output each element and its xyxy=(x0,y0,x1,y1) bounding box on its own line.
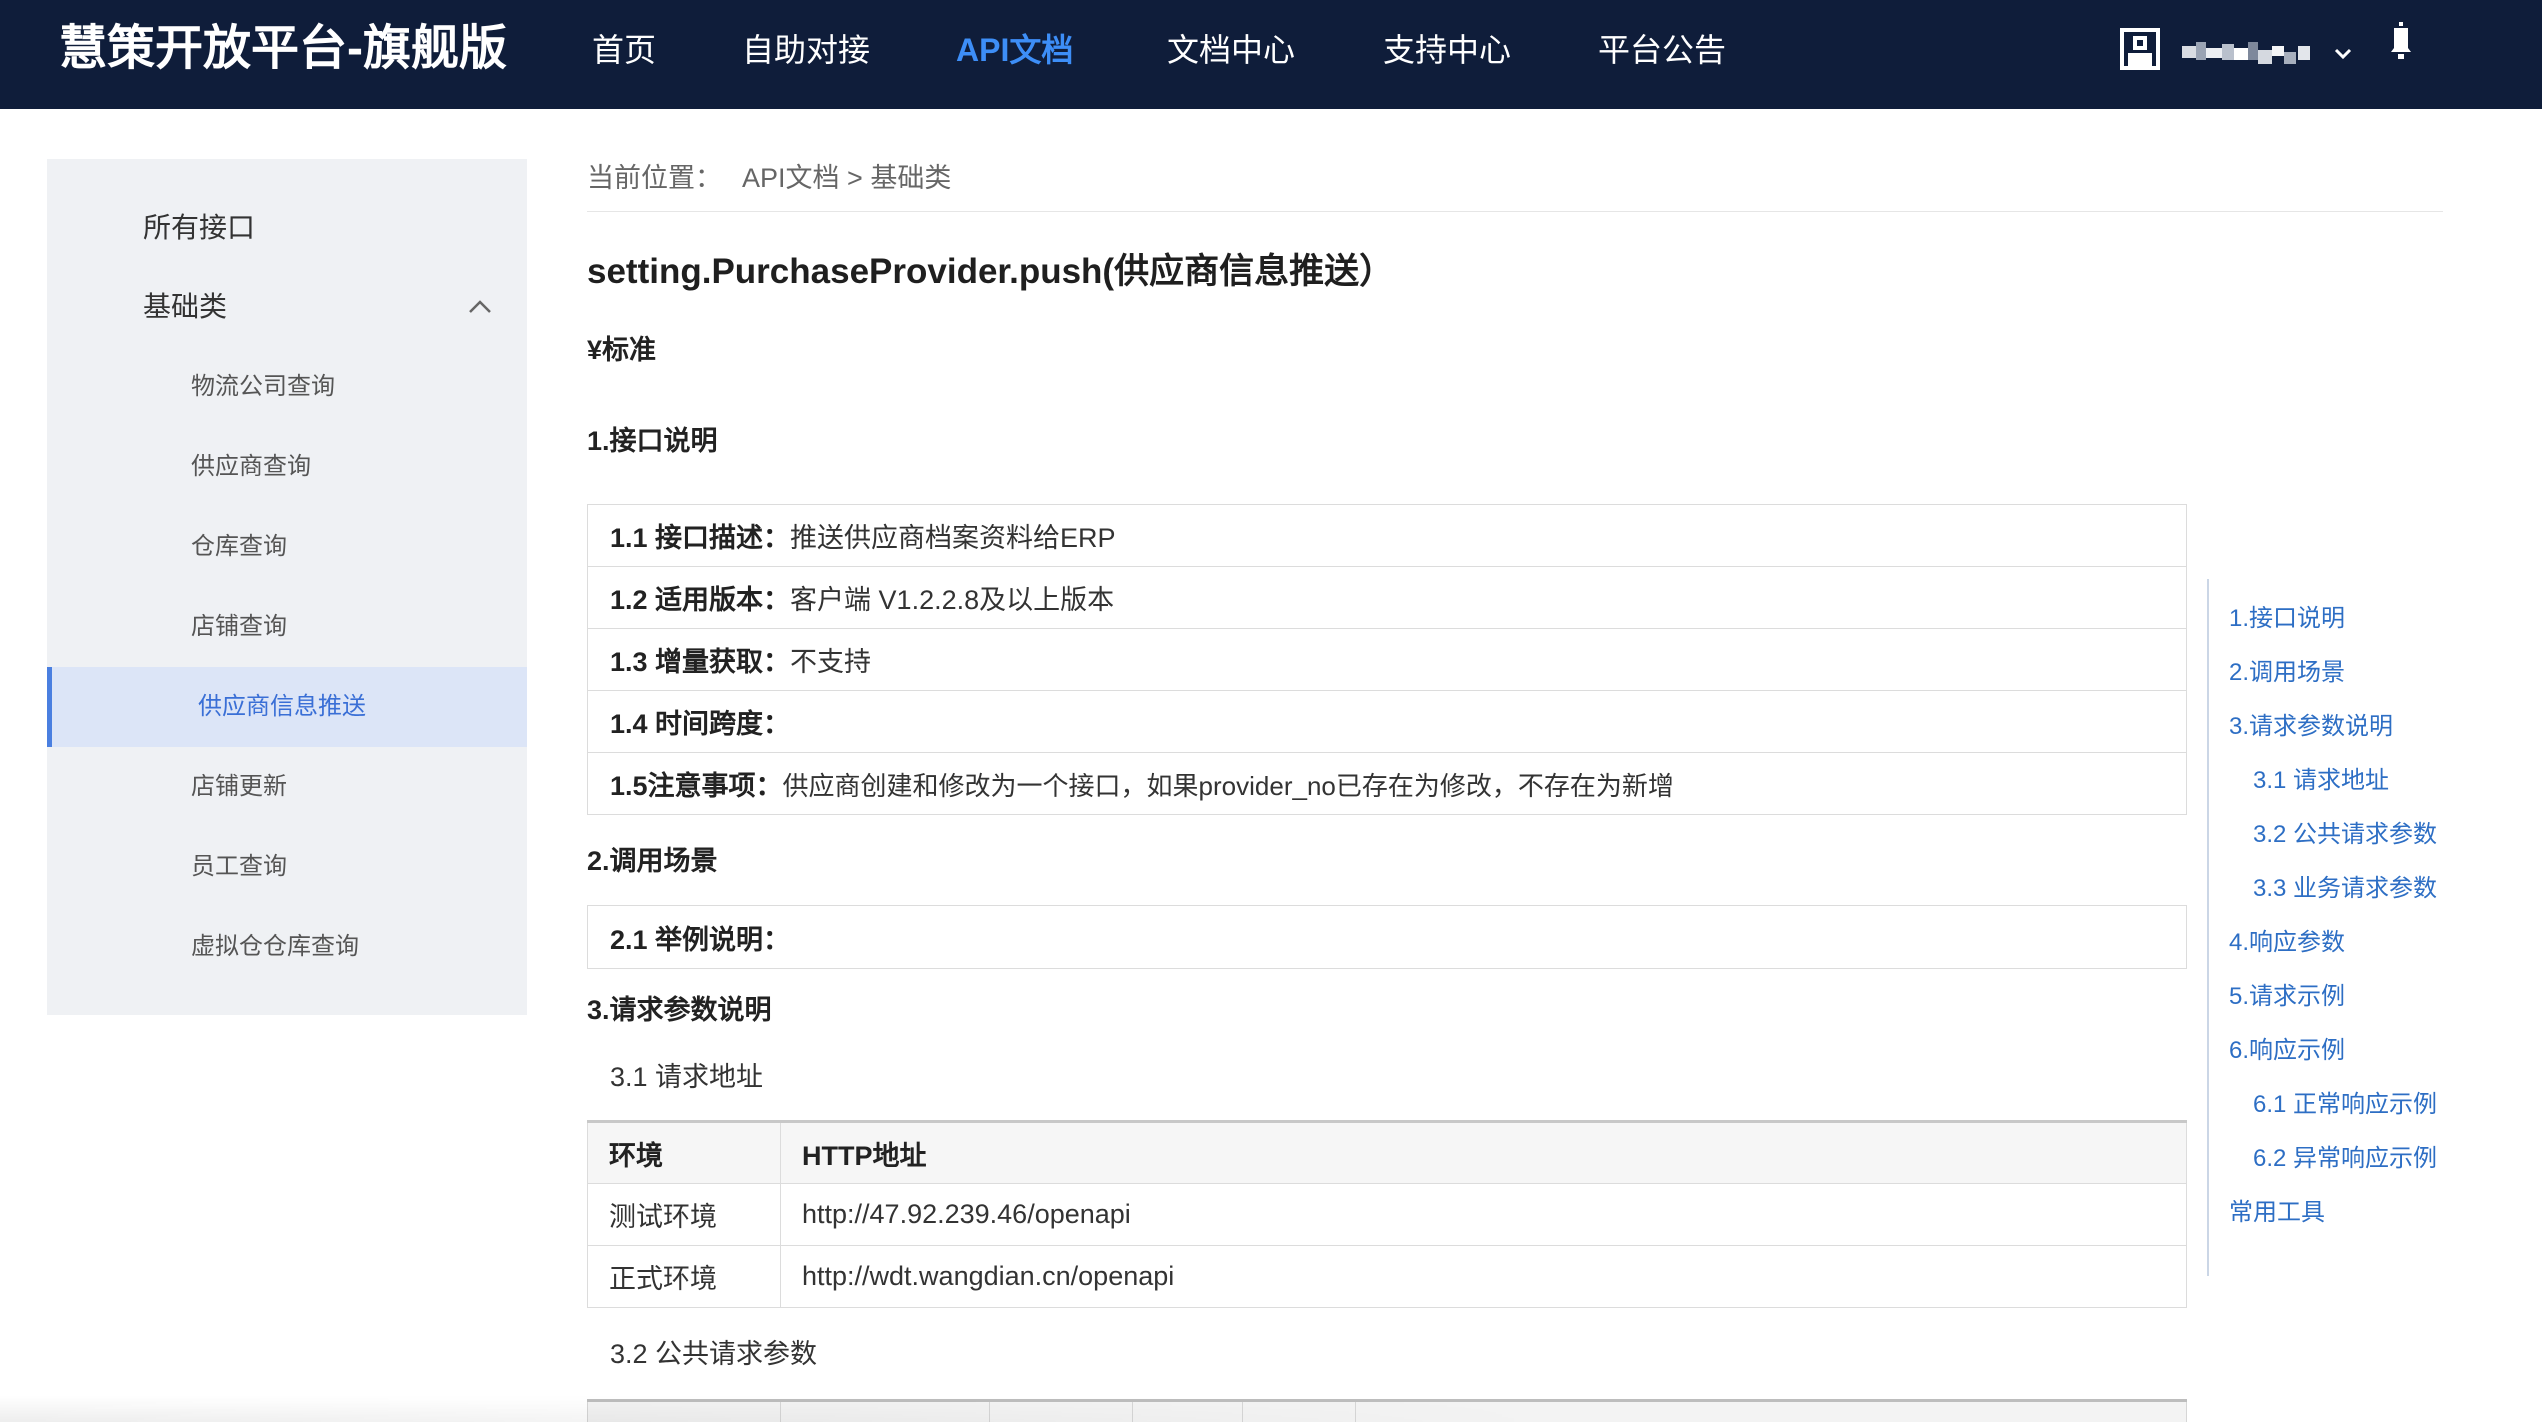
env-cell: 正式环境 xyxy=(587,1245,781,1308)
section-heading-interface-spec: 1.接口说明 xyxy=(587,426,718,456)
sidebar-item-supplier-query[interactable]: 供应商查询 xyxy=(47,427,527,507)
sidebar-item-shop-query[interactable]: 店铺查询 xyxy=(47,587,527,667)
toc-link-interface-spec[interactable]: 1.接口说明 xyxy=(2229,602,2529,656)
sidebar-item-virtual-warehouse-query[interactable]: 虚拟仓仓库查询 xyxy=(47,907,527,987)
spec-label: 1.2 适用版本： xyxy=(610,585,791,615)
sidebar-item-warehouse-query[interactable]: 仓库查询 xyxy=(47,507,527,587)
chevron-down-icon[interactable] xyxy=(2334,47,2352,60)
breadcrumb-current: 基础类 xyxy=(870,163,952,193)
subsection-heading-public-params: 3.2 公共请求参数 xyxy=(610,1339,818,1369)
sidebar-item-shop-update[interactable]: 店铺更新 xyxy=(47,747,527,827)
spec-value: 供应商创建和修改为一个接口，如果provider_no已存在为修改，不存在为新增 xyxy=(782,771,1674,801)
scenario-table: 2.1 举例说明： xyxy=(587,905,2187,969)
column-header xyxy=(1242,1400,1356,1422)
table-cell: 1.1 接口描述：推送供应商档案资料给ERP xyxy=(587,504,2187,567)
sidebar-all-interfaces[interactable]: 所有接口 xyxy=(143,209,255,249)
nav-doc-center[interactable]: 文档中心 xyxy=(1167,30,1295,70)
sidebar-item-employee-query[interactable]: 员工查询 xyxy=(47,827,527,907)
column-header xyxy=(780,1400,990,1422)
table-header-row xyxy=(587,1400,2187,1422)
table-cell: 1.5注意事项：供应商创建和修改为一个接口，如果provider_no已存在为修… xyxy=(587,752,2187,815)
spec-value: 推送供应商档案资料给ERP xyxy=(790,523,1116,553)
nav-api-docs[interactable]: API文档 xyxy=(956,30,1073,70)
interface-spec-table: 1.1 接口描述：推送供应商档案资料给ERP 1.2 适用版本：客户端 V1.2… xyxy=(587,504,2187,815)
toc-link-response-params[interactable]: 4.响应参数 xyxy=(2229,926,2529,980)
column-header xyxy=(989,1400,1133,1422)
nav-announcements[interactable]: 平台公告 xyxy=(1598,30,1726,70)
sidebar-item-supplier-push[interactable]: 供应商信息推送 xyxy=(47,667,527,747)
edition-label: ¥标准 xyxy=(587,335,657,365)
toc-rail xyxy=(2207,579,2209,1276)
bell-icon[interactable] xyxy=(2390,22,2412,62)
table-row: 1.1 接口描述：推送供应商档案资料给ERP xyxy=(587,504,2187,567)
nav-home[interactable]: 首页 xyxy=(592,30,656,70)
table-cell: 1.2 适用版本：客户端 V1.2.2.8及以上版本 xyxy=(587,566,2187,629)
toc-link-public-params[interactable]: 3.2 公共请求参数 xyxy=(2229,818,2529,872)
nav-support-center[interactable]: 支持中心 xyxy=(1383,30,1511,70)
spec-value: 不支持 xyxy=(790,647,872,677)
sidebar-group-basic[interactable]: 基础类 xyxy=(47,285,527,331)
table-header-row: 环境 HTTP地址 xyxy=(587,1121,2187,1184)
public-params-table-header xyxy=(587,1399,2187,1422)
sidebar-item-logistics-query[interactable]: 物流公司查询 xyxy=(47,347,527,427)
spec-label: 1.4 时间跨度： xyxy=(610,709,791,739)
toc-link-business-params[interactable]: 3.3 业务请求参数 xyxy=(2229,872,2529,926)
spec-label: 1.1 接口描述： xyxy=(610,523,791,553)
table-cell: 1.3 增量获取：不支持 xyxy=(587,628,2187,691)
table-row: 2.1 举例说明： xyxy=(587,905,2187,969)
column-header: 环境 xyxy=(587,1121,781,1184)
page-title: setting.PurchaseProvider.push(供应商信息推送） xyxy=(587,252,1395,291)
table-cell: 1.4 时间跨度： xyxy=(587,690,2187,753)
toc-link-normal-response[interactable]: 6.1 正常响应示例 xyxy=(2229,1088,2529,1142)
column-header: HTTP地址 xyxy=(780,1121,2187,1184)
section-heading-request-params: 3.请求参数说明 xyxy=(587,995,772,1025)
column-header xyxy=(587,1400,781,1422)
username-obscured[interactable] xyxy=(2182,40,2330,64)
toc-link-scenario[interactable]: 2.调用场景 xyxy=(2229,656,2529,710)
column-header xyxy=(1355,1400,2187,1422)
sidebar-group-label: 基础类 xyxy=(143,292,228,323)
table-row: 1.4 时间跨度： xyxy=(587,690,2187,753)
url-cell: http://wdt.wangdian.cn/openapi xyxy=(780,1245,2187,1308)
toc-link-response-example[interactable]: 6.响应示例 xyxy=(2229,1034,2529,1088)
toc-link-common-tools[interactable]: 常用工具 xyxy=(2229,1196,2529,1250)
section-heading-scenario: 2.调用场景 xyxy=(587,846,718,876)
column-header xyxy=(1132,1400,1243,1422)
table-row: 正式环境 http://wdt.wangdian.cn/openapi xyxy=(587,1245,2187,1308)
table-row: 1.3 增量获取：不支持 xyxy=(587,628,2187,691)
table-row: 1.2 适用版本：客户端 V1.2.2.8及以上版本 xyxy=(587,566,2187,629)
toc-link-request-address[interactable]: 3.1 请求地址 xyxy=(2229,764,2529,818)
sidebar: 所有接口 基础类 物流公司查询 供应商查询 仓库查询 店铺查询 供应商信息推送 … xyxy=(47,159,527,1015)
sidebar-item-list: 物流公司查询 供应商查询 仓库查询 店铺查询 供应商信息推送 店铺更新 员工查询… xyxy=(47,347,527,987)
table-of-contents: 1.接口说明 2.调用场景 3.请求参数说明 3.1 请求地址 3.2 公共请求… xyxy=(2229,602,2529,1250)
request-address-table: 环境 HTTP地址 测试环境 http://47.92.239.46/opena… xyxy=(587,1120,2187,1308)
spec-label: 2.1 举例说明： xyxy=(610,924,791,955)
brand-title[interactable]: 慧策开放平台-旗舰版 xyxy=(59,21,507,77)
table-cell: 2.1 举例说明： xyxy=(587,905,2187,969)
toc-link-request-params[interactable]: 3.请求参数说明 xyxy=(2229,710,2529,764)
breadcrumb-api-docs[interactable]: API文档 xyxy=(742,163,840,193)
breadcrumb-prefix: 当前位置： xyxy=(587,163,722,193)
env-cell: 测试环境 xyxy=(587,1183,781,1246)
nav-self-integration[interactable]: 自助对接 xyxy=(742,30,870,70)
breadcrumb-separator: > xyxy=(847,163,863,193)
spec-label: 1.3 增量获取： xyxy=(610,647,791,677)
toc-link-request-example[interactable]: 5.请求示例 xyxy=(2229,980,2529,1034)
breadcrumb-divider xyxy=(587,211,2443,212)
url-cell: http://47.92.239.46/openapi xyxy=(780,1183,2187,1246)
table-row: 1.5注意事项：供应商创建和修改为一个接口，如果provider_no已存在为修… xyxy=(587,752,2187,815)
breadcrumb: 当前位置： API文档 > 基础类 xyxy=(587,160,951,196)
chevron-up-icon[interactable] xyxy=(468,300,492,314)
avatar-icon[interactable] xyxy=(2120,28,2160,70)
spec-value: 客户端 V1.2.2.8及以上版本 xyxy=(790,585,1115,615)
toc-link-error-response[interactable]: 6.2 异常响应示例 xyxy=(2229,1142,2529,1196)
top-header: 慧策开放平台-旗舰版 首页 自助对接 API文档 文档中心 支持中心 平台公告 xyxy=(0,0,2542,109)
public-params-table xyxy=(587,1399,2187,1422)
spec-label: 1.5注意事项： xyxy=(610,771,783,801)
table-row: 测试环境 http://47.92.239.46/openapi xyxy=(587,1183,2187,1246)
subsection-heading-request-address: 3.1 请求地址 xyxy=(610,1062,764,1092)
